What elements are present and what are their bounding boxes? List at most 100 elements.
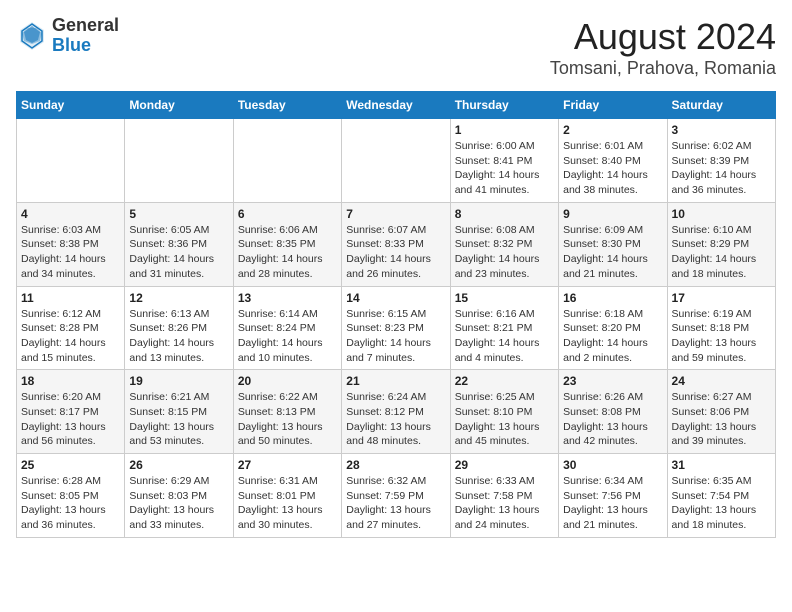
week-row-5: 25 Sunrise: 6:28 AMSunset: 8:05 PMDayligh… (17, 454, 776, 538)
day-number: 7 (346, 207, 445, 221)
calendar-cell: 22 Sunrise: 6:25 AMSunset: 8:10 PMDayligh… (450, 370, 558, 454)
day-info: Sunrise: 6:27 AMSunset: 8:06 PMDaylight:… (672, 390, 771, 449)
day-number: 9 (563, 207, 662, 221)
header-day-wednesday: Wednesday (342, 92, 450, 119)
calendar-cell: 16 Sunrise: 6:18 AMSunset: 8:20 PMDayligh… (559, 286, 667, 370)
day-info: Sunrise: 6:28 AMSunset: 8:05 PMDaylight:… (21, 474, 120, 533)
day-info: Sunrise: 6:33 AMSunset: 7:58 PMDaylight:… (455, 474, 554, 533)
calendar-cell: 9 Sunrise: 6:09 AMSunset: 8:30 PMDaylight… (559, 202, 667, 286)
calendar-cell: 1Sunrise: 6:00 AMSunset: 8:41 PMDaylight… (450, 119, 558, 203)
calendar-cell: 6 Sunrise: 6:06 AMSunset: 8:35 PMDaylight… (233, 202, 341, 286)
day-number: 3 (672, 123, 771, 137)
day-info: Sunrise: 6:29 AMSunset: 8:03 PMDaylight:… (129, 474, 228, 533)
day-info: Sunrise: 6:00 AMSunset: 8:41 PMDaylight:… (455, 139, 554, 198)
calendar-cell: 4 Sunrise: 6:03 AMSunset: 8:38 PMDaylight… (17, 202, 125, 286)
calendar-cell: 7Sunrise: 6:07 AMSunset: 8:33 PMDaylight… (342, 202, 450, 286)
day-info: Sunrise: 6:09 AMSunset: 8:30 PMDaylight:… (563, 223, 662, 282)
day-number: 31 (672, 458, 771, 472)
day-info: Sunrise: 6:02 AMSunset: 8:39 PMDaylight:… (672, 139, 771, 198)
calendar-cell: 20 Sunrise: 6:22 AMSunset: 8:13 PMDayligh… (233, 370, 341, 454)
day-number: 22 (455, 374, 554, 388)
day-info: Sunrise: 6:08 AMSunset: 8:32 PMDaylight:… (455, 223, 554, 282)
calendar-cell: 11 Sunrise: 6:12 AMSunset: 8:28 PMDayligh… (17, 286, 125, 370)
calendar-cell (17, 119, 125, 203)
day-number: 25 (21, 458, 120, 472)
day-info: Sunrise: 6:18 AMSunset: 8:20 PMDaylight:… (563, 307, 662, 366)
day-info: Sunrise: 6:15 AMSunset: 8:23 PMDaylight:… (346, 307, 445, 366)
day-number: 23 (563, 374, 662, 388)
day-info: Sunrise: 6:35 AMSunset: 7:54 PMDaylight:… (672, 474, 771, 533)
week-row-2: 4 Sunrise: 6:03 AMSunset: 8:38 PMDaylight… (17, 202, 776, 286)
calendar-title: August 2024 (550, 16, 776, 58)
calendar-cell: 26 Sunrise: 6:29 AMSunset: 8:03 PMDayligh… (125, 454, 233, 538)
day-info: Sunrise: 6:03 AMSunset: 8:38 PMDaylight:… (21, 223, 120, 282)
header-day-sunday: Sunday (17, 92, 125, 119)
day-info: Sunrise: 6:20 AMSunset: 8:17 PMDaylight:… (21, 390, 120, 449)
logo: General Blue (16, 16, 119, 56)
day-info: Sunrise: 6:22 AMSunset: 8:13 PMDaylight:… (238, 390, 337, 449)
calendar-cell: 28Sunrise: 6:32 AMSunset: 7:59 PMDayligh… (342, 454, 450, 538)
day-number: 13 (238, 291, 337, 305)
logo-text: General Blue (52, 16, 119, 56)
calendar-cell: 31 Sunrise: 6:35 AMSunset: 7:54 PMDayligh… (667, 454, 775, 538)
day-number: 15 (455, 291, 554, 305)
day-number: 8 (455, 207, 554, 221)
day-number: 20 (238, 374, 337, 388)
calendar-cell (233, 119, 341, 203)
calendar-cell: 5 Sunrise: 6:05 AMSunset: 8:36 PMDaylight… (125, 202, 233, 286)
day-info: Sunrise: 6:32 AMSunset: 7:59 PMDaylight:… (346, 474, 445, 533)
day-info: Sunrise: 6:34 AMSunset: 7:56 PMDaylight:… (563, 474, 662, 533)
logo-icon (16, 20, 48, 52)
calendar-cell: 18Sunrise: 6:20 AMSunset: 8:17 PMDayligh… (17, 370, 125, 454)
calendar-cell: 8 Sunrise: 6:08 AMSunset: 8:32 PMDaylight… (450, 202, 558, 286)
calendar-cell: 25 Sunrise: 6:28 AMSunset: 8:05 PMDayligh… (17, 454, 125, 538)
day-number: 5 (129, 207, 228, 221)
calendar-cell: 21 Sunrise: 6:24 AMSunset: 8:12 PMDayligh… (342, 370, 450, 454)
calendar-cell: 13 Sunrise: 6:14 AMSunset: 8:24 PMDayligh… (233, 286, 341, 370)
title-area: August 2024 Tomsani, Prahova, Romania (550, 16, 776, 79)
header-day-saturday: Saturday (667, 92, 775, 119)
day-number: 30 (563, 458, 662, 472)
day-info: Sunrise: 6:19 AMSunset: 8:18 PMDaylight:… (672, 307, 771, 366)
day-number: 29 (455, 458, 554, 472)
day-number: 16 (563, 291, 662, 305)
day-number: 17 (672, 291, 771, 305)
header-day-tuesday: Tuesday (233, 92, 341, 119)
calendar-body: 1Sunrise: 6:00 AMSunset: 8:41 PMDaylight… (17, 119, 776, 538)
calendar-cell: 14 Sunrise: 6:15 AMSunset: 8:23 PMDayligh… (342, 286, 450, 370)
calendar-cell: 30 Sunrise: 6:34 AMSunset: 7:56 PMDayligh… (559, 454, 667, 538)
day-number: 21 (346, 374, 445, 388)
day-info: Sunrise: 6:26 AMSunset: 8:08 PMDaylight:… (563, 390, 662, 449)
day-info: Sunrise: 6:24 AMSunset: 8:12 PMDaylight:… (346, 390, 445, 449)
day-number: 14 (346, 291, 445, 305)
day-info: Sunrise: 6:10 AMSunset: 8:29 PMDaylight:… (672, 223, 771, 282)
header-day-monday: Monday (125, 92, 233, 119)
calendar-subtitle: Tomsani, Prahova, Romania (550, 58, 776, 79)
day-info: Sunrise: 6:21 AMSunset: 8:15 PMDaylight:… (129, 390, 228, 449)
header-day-friday: Friday (559, 92, 667, 119)
day-number: 4 (21, 207, 120, 221)
day-info: Sunrise: 6:12 AMSunset: 8:28 PMDaylight:… (21, 307, 120, 366)
day-info: Sunrise: 6:14 AMSunset: 8:24 PMDaylight:… (238, 307, 337, 366)
day-info: Sunrise: 6:31 AMSunset: 8:01 PMDaylight:… (238, 474, 337, 533)
calendar-cell (125, 119, 233, 203)
week-row-3: 11 Sunrise: 6:12 AMSunset: 8:28 PMDayligh… (17, 286, 776, 370)
day-number: 26 (129, 458, 228, 472)
calendar-cell: 12Sunrise: 6:13 AMSunset: 8:26 PMDayligh… (125, 286, 233, 370)
day-info: Sunrise: 6:05 AMSunset: 8:36 PMDaylight:… (129, 223, 228, 282)
day-number: 10 (672, 207, 771, 221)
calendar-cell: 17 Sunrise: 6:19 AMSunset: 8:18 PMDayligh… (667, 286, 775, 370)
calendar-cell: 27Sunrise: 6:31 AMSunset: 8:01 PMDayligh… (233, 454, 341, 538)
calendar-cell: 23 Sunrise: 6:26 AMSunset: 8:08 PMDayligh… (559, 370, 667, 454)
day-number: 24 (672, 374, 771, 388)
calendar-cell: 19Sunrise: 6:21 AMSunset: 8:15 PMDayligh… (125, 370, 233, 454)
calendar-cell (342, 119, 450, 203)
day-number: 11 (21, 291, 120, 305)
header-row: SundayMondayTuesdayWednesdayThursdayFrid… (17, 92, 776, 119)
day-info: Sunrise: 6:06 AMSunset: 8:35 PMDaylight:… (238, 223, 337, 282)
header: General Blue August 2024 Tomsani, Prahov… (16, 16, 776, 79)
calendar-header: SundayMondayTuesdayWednesdayThursdayFrid… (17, 92, 776, 119)
calendar-cell: 15Sunrise: 6:16 AMSunset: 8:21 PMDayligh… (450, 286, 558, 370)
day-number: 6 (238, 207, 337, 221)
day-info: Sunrise: 6:25 AMSunset: 8:10 PMDaylight:… (455, 390, 554, 449)
